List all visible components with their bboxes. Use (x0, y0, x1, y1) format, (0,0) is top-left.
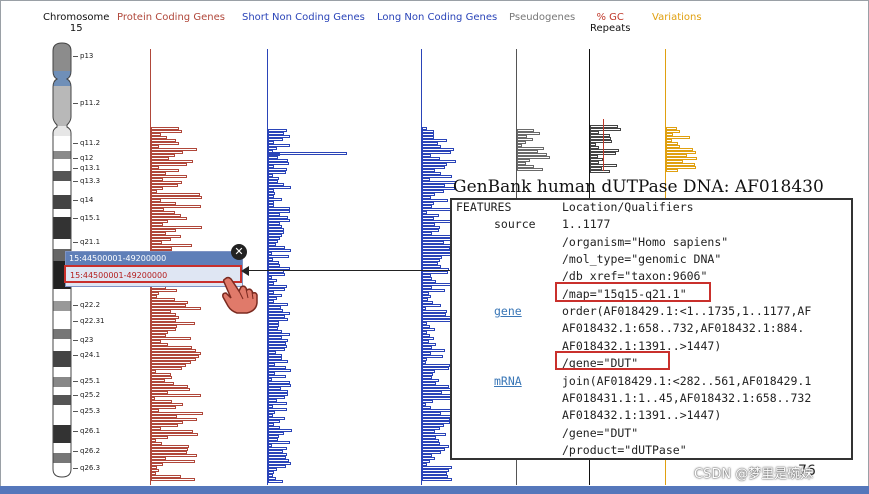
close-icon[interactable]: ✕ (231, 244, 247, 260)
band-tick (73, 451, 78, 452)
map-highlight (555, 282, 711, 302)
annotation-arrowhead (241, 266, 249, 276)
band-label-q25-3: q25.3 (80, 407, 101, 415)
band-label-q13-3: q13.3 (80, 177, 101, 185)
features-key: FEATURES (456, 200, 512, 214)
band-label-q26-3: q26.3 (80, 464, 101, 472)
db-xref-line[interactable]: /db_xref="taxon:9606" (562, 269, 707, 283)
band-label-q25-1: q25.1 (80, 377, 101, 385)
gene-dut-highlight (555, 351, 670, 370)
band-tick (73, 56, 78, 57)
mrna-location-line-2: AF018431.1:1..45,AF018432.1:658..732 (562, 391, 812, 405)
band-label-q25-2: q25.2 (80, 391, 101, 399)
mrna-gene-line: /gene="DUT" (562, 426, 639, 440)
band-tick (73, 411, 78, 412)
watermark: CSDN @梦里是碗妹 (694, 467, 814, 482)
chromosome-number: 15 (69, 23, 83, 34)
band-label-q22-2: q22.2 (80, 301, 101, 309)
band-label-q13-1: q13.1 (80, 164, 101, 172)
band-label-q14: q14 (80, 196, 94, 204)
band-tick (73, 200, 78, 201)
band-label-q22-31: q22.31 (80, 317, 105, 325)
mrna-feature-link[interactable]: mRNA (494, 374, 522, 388)
band-tick (73, 305, 78, 306)
band-tick (73, 103, 78, 104)
features-value: Location/Qualifiers (562, 200, 694, 214)
band-tick (73, 321, 78, 322)
band-label-q26-2: q26.2 (80, 447, 101, 455)
long-non-coding-bar (422, 478, 452, 481)
gc-repeats-header[interactable]: % GC Repeats (590, 12, 630, 34)
protein-coding-header[interactable]: Protein Coding Genes (117, 12, 225, 23)
gc-content-line (603, 119, 604, 171)
band-label-q26-1: q26.1 (80, 427, 101, 435)
variations-header[interactable]: Variations (652, 12, 702, 23)
band-label-p11-2: p11.2 (80, 99, 101, 107)
protein-coding-bar (151, 394, 201, 397)
band-label-q21-1: q21.1 (80, 238, 101, 246)
long-non-coding-header[interactable]: Long Non Coding Genes (377, 12, 497, 23)
band-label-q15-1: q15.1 (80, 214, 101, 222)
band-label-p13: p13 (80, 52, 94, 60)
band-tick (73, 158, 78, 159)
band-tick (73, 143, 78, 144)
bottom-strip (0, 486, 869, 494)
short-non-coding-header[interactable]: Short Non Coding Genes (242, 12, 365, 23)
band-tick (73, 181, 78, 182)
band-tick (73, 395, 78, 396)
gene-location-line-1: order(AF018429.1:<1..1735,1..1177,AF (562, 304, 812, 318)
band-tick (73, 468, 78, 469)
band-tick (73, 168, 78, 169)
gc-header: % GC (596, 12, 624, 23)
short-non-coding-bar (268, 480, 283, 483)
band-label-q11-2: q11.2 (80, 139, 101, 147)
hand-pointer-icon (222, 276, 258, 314)
gene-location-line-2: AF018432.1:658..732,AF018432.1:884. (562, 321, 805, 335)
variations-bar (666, 169, 678, 172)
band-tick (73, 431, 78, 432)
mrna-location-line-1: join(AF018429.1:<282..561,AF018429.1 (562, 374, 812, 388)
annotation-arrow (247, 270, 457, 271)
band-tick (73, 242, 78, 243)
band-label-q23: q23 (80, 336, 94, 344)
source-value: 1..1177 (562, 217, 611, 231)
organism-line: /organism="Homo sapiens" (562, 235, 729, 249)
protein-coding-bar (151, 478, 195, 481)
repeats-header: Repeats (590, 23, 631, 34)
band-tick (73, 355, 78, 356)
mol-type-line: /mol_type="genomic DNA" (562, 252, 722, 266)
band-label-q24-1: q24.1 (80, 351, 101, 359)
pseudogenes-header[interactable]: Pseudogenes (509, 12, 575, 23)
band-label-q12: q12 (80, 154, 94, 162)
gene-feature-link[interactable]: gene (494, 304, 522, 318)
genbank-features-panel: FEATURES Location/Qualifiers source 1..1… (450, 198, 853, 460)
source-key: source (494, 217, 536, 231)
genome-browser-slide: Chromosome 15 Protein Coding Genes Short… (0, 0, 869, 494)
region-link-highlight (64, 265, 242, 283)
short-non-coding-bar (268, 152, 347, 155)
mrna-location-line-3: AF018432.1:1391..>1447) (562, 408, 722, 422)
pseudogenes-bar (517, 168, 543, 171)
band-tick (73, 218, 78, 219)
genbank-title: GenBank human dUTPase DNA: AF018430 (453, 177, 824, 197)
product-line: /product="dUTPase" (562, 443, 687, 457)
chromosome-header-label: Chromosome (43, 12, 110, 23)
region-popup-title: 15:44500001-49200000 (66, 252, 242, 266)
band-tick (73, 381, 78, 382)
band-tick (73, 340, 78, 341)
chromosome-header: Chromosome 15 (43, 12, 109, 34)
repeats-bar (590, 170, 610, 173)
